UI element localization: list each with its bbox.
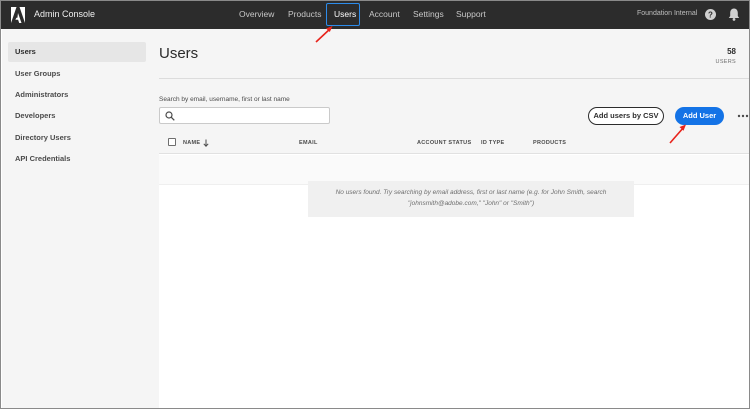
column-header-products[interactable]: PRODUCTS [533,140,566,146]
sidebar-item-administrators[interactable]: Administrators [8,85,146,105]
search-label: Search by email, username, first or last… [159,96,290,103]
app-title[interactable]: Admin Console [34,9,95,19]
select-all-checkbox[interactable] [168,138,176,146]
sidebar: Users User Groups Administrators Develop… [2,29,150,408]
nav-account[interactable]: Account [369,9,400,19]
user-count: 58 [727,47,736,56]
table-header: NAME EMAIL ACCOUNT STATUS ID TYPE PRODUC… [159,132,749,154]
search-icon [165,111,175,121]
app-window: Admin Console Overview Products Users Ac… [0,0,750,409]
bell-icon[interactable] [728,8,740,21]
user-count-label: USERS [715,59,736,65]
sidebar-item-api-credentials[interactable]: API Credentials [8,149,146,169]
top-nav-bar: Admin Console Overview Products Users Ac… [1,1,749,29]
more-icon[interactable] [737,113,749,119]
column-header-id-type[interactable]: ID TYPE [481,140,505,146]
sidebar-item-user-groups[interactable]: User Groups [8,64,146,84]
column-header-account-status[interactable]: ACCOUNT STATUS [417,140,471,146]
nav-support[interactable]: Support [456,9,486,19]
nav-products[interactable]: Products [288,9,322,19]
column-header-name[interactable]: NAME [183,140,200,146]
nav-overview[interactable]: Overview [239,9,274,19]
empty-state-line-2: "johnsmith@adobe.com," "John" or "Smith"… [407,200,535,207]
empty-state-message: No users found. Try searching by email a… [308,181,634,217]
search-field[interactable] [159,107,330,124]
annotation-arrow-icon [669,124,686,144]
sidebar-item-developers[interactable]: Developers [8,106,146,126]
nav-users[interactable]: Users [334,9,356,19]
svg-text:?: ? [708,10,713,19]
sidebar-item-directory-users[interactable]: Directory Users [8,128,146,148]
help-icon[interactable]: ? [705,9,716,20]
add-users-by-csv-button[interactable]: Add users by CSV [588,107,664,125]
divider [159,78,749,79]
arrow-down-icon[interactable] [203,139,209,147]
sidebar-item-users[interactable]: Users [8,42,146,62]
adobe-logo-icon[interactable] [11,7,25,23]
column-header-email[interactable]: EMAIL [299,140,318,146]
nav-settings[interactable]: Settings [413,9,444,19]
search-input[interactable] [180,109,325,122]
empty-state-line-1: No users found. Try searching by email a… [335,189,607,196]
annotation-arrow-icon [315,26,333,43]
users-table: NAME EMAIL ACCOUNT STATUS ID TYPE PRODUC… [159,132,749,408]
org-switcher[interactable]: Foundation Internal [637,10,697,17]
main-content: Users 58 USERS Search by email, username… [150,29,749,408]
page-title: Users [159,45,199,62]
